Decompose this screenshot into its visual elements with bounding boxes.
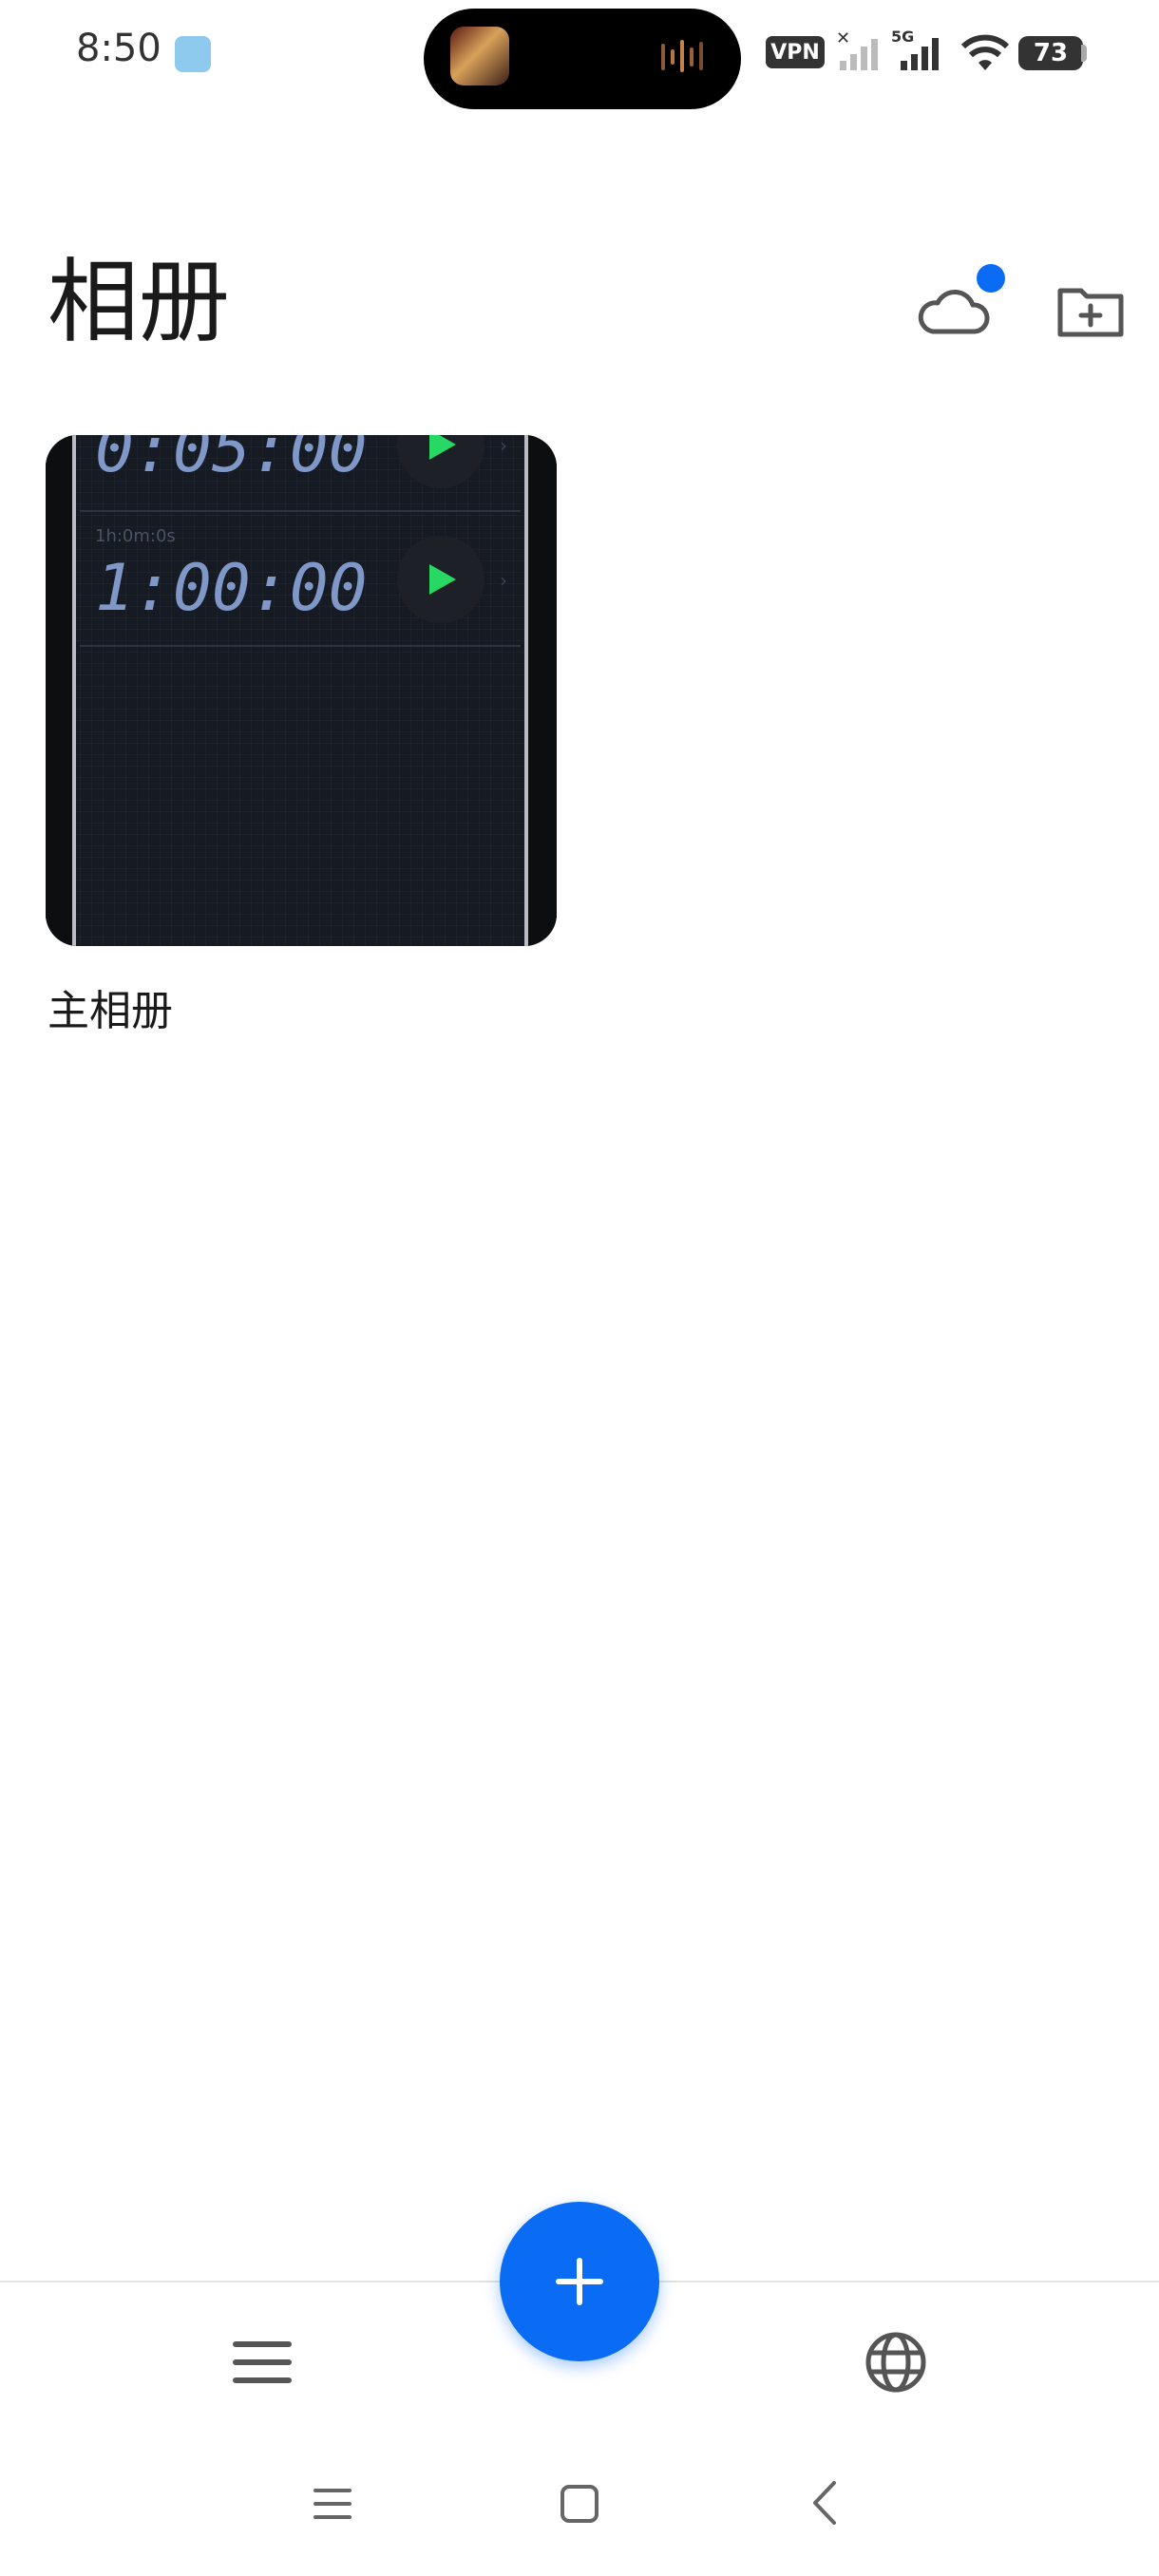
battery-level: 73 — [1018, 36, 1083, 70]
thumb-timer-1: 0:05:00 — [95, 435, 368, 487]
media-artwork-icon — [450, 27, 509, 85]
status-time: 8:50 — [76, 27, 162, 70]
system-recents-icon[interactable] — [312, 2483, 353, 2525]
network-type-label: 5G — [891, 28, 914, 46]
add-button[interactable] — [500, 2202, 659, 2361]
thumb-timer-2: 1:00:00 — [95, 551, 368, 626]
sim1-signal-icon: ✕ — [836, 28, 878, 70]
thumbnail-image: 0:05:00 1h:0m:0s 1:00:00 › › — [46, 435, 557, 946]
page-title: 相册 — [48, 249, 230, 355]
battery-tip — [1081, 45, 1087, 62]
svg-text:✕: ✕ — [836, 28, 850, 48]
system-back-icon[interactable] — [809, 2479, 840, 2527]
system-home-icon[interactable] — [559, 2483, 600, 2525]
sim2-signal-icon: 5G — [891, 28, 939, 70]
menu-icon[interactable] — [232, 2337, 293, 2388]
globe-icon[interactable] — [863, 2329, 929, 2396]
album-thumbnail[interactable]: 0:05:00 1h:0m:0s 1:00:00 › › — [46, 435, 557, 946]
vpn-badge: VPN — [766, 36, 825, 68]
app-notification-icon — [175, 36, 211, 72]
wifi-icon — [960, 34, 1010, 70]
plus-icon — [556, 2258, 603, 2305]
thumb-timer-caption: 1h:0m:0s — [95, 526, 176, 546]
folder-plus-icon[interactable] — [1054, 277, 1127, 344]
svg-text:›: › — [500, 435, 507, 457]
svg-text:›: › — [500, 569, 507, 592]
album-name[interactable]: 主相册 — [48, 976, 173, 1037]
sync-notification-dot — [977, 264, 1005, 293]
audio-wave-icon — [661, 40, 703, 72]
